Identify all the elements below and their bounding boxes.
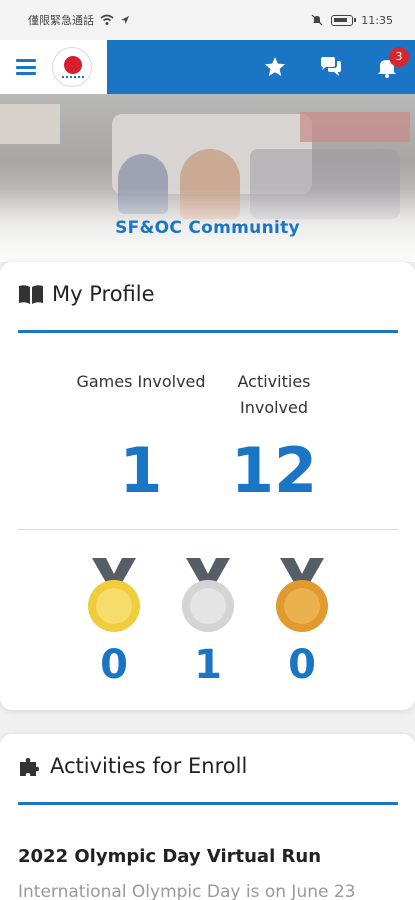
profile-divider <box>18 529 398 530</box>
profile-title-text: My Profile <box>52 282 155 306</box>
status-left: 僅限緊急通話 <box>28 12 130 28</box>
banner-title: SF&OC Community <box>115 218 300 238</box>
battery-icon <box>331 14 357 26</box>
activities-involved-label: Activities Involved <box>237 372 311 417</box>
hero-banner: SF&OC Community <box>0 94 415 262</box>
games-involved-value: 1 <box>119 434 163 507</box>
bronze-medal-icon <box>276 558 328 632</box>
silent-bell-icon <box>311 14 323 26</box>
star-icon[interactable] <box>263 55 287 79</box>
location-arrow-icon <box>121 16 129 24</box>
silver-medal-icon <box>182 558 234 632</box>
activities-involved-value: 12 <box>230 434 318 507</box>
puzzle-icon <box>20 758 39 776</box>
app-header: 3 <box>0 40 415 94</box>
sfoc-logo[interactable] <box>52 47 92 87</box>
gold-medal-count: 0 <box>100 642 128 688</box>
carrier-text: 僅限緊急通話 <box>28 14 94 27</box>
header-actions: 3 <box>263 40 409 94</box>
activities-title-rule <box>18 802 398 805</box>
notification-badge: 3 <box>389 47 409 67</box>
profile-card: My Profile Games Involved Activities Inv… <box>0 262 415 710</box>
book-icon <box>19 285 43 304</box>
activities-card: Activities for Enroll 2022 Olympic Day V… <box>0 734 415 900</box>
notification-button[interactable]: 3 <box>375 47 409 79</box>
gold-medal-icon <box>88 558 140 632</box>
activity-item-title[interactable]: 2022 Olympic Day Virtual Run <box>18 846 321 867</box>
status-bar: 僅限緊急通話 11:35 <box>0 0 415 40</box>
silver-medal-count: 1 <box>194 642 222 688</box>
header-left <box>0 40 107 94</box>
chat-icon[interactable] <box>319 55 343 79</box>
games-involved-label: Games Involved <box>76 372 206 391</box>
bronze-medal-count: 0 <box>288 642 316 688</box>
profile-card-title: My Profile <box>18 282 155 306</box>
activity-item-description: International Olympic Day is on June 23 <box>18 882 356 900</box>
status-time: 11:35 <box>361 13 393 27</box>
activities-title-text: Activities for Enroll <box>50 754 248 778</box>
banner-photo-shop <box>0 104 60 144</box>
wifi-icon <box>100 14 114 25</box>
profile-title-rule <box>18 330 398 333</box>
menu-icon[interactable] <box>16 59 36 75</box>
banner-photo-sign <box>300 112 410 142</box>
activities-card-title: Activities for Enroll <box>18 754 247 778</box>
status-right: 11:35 <box>311 14 393 27</box>
